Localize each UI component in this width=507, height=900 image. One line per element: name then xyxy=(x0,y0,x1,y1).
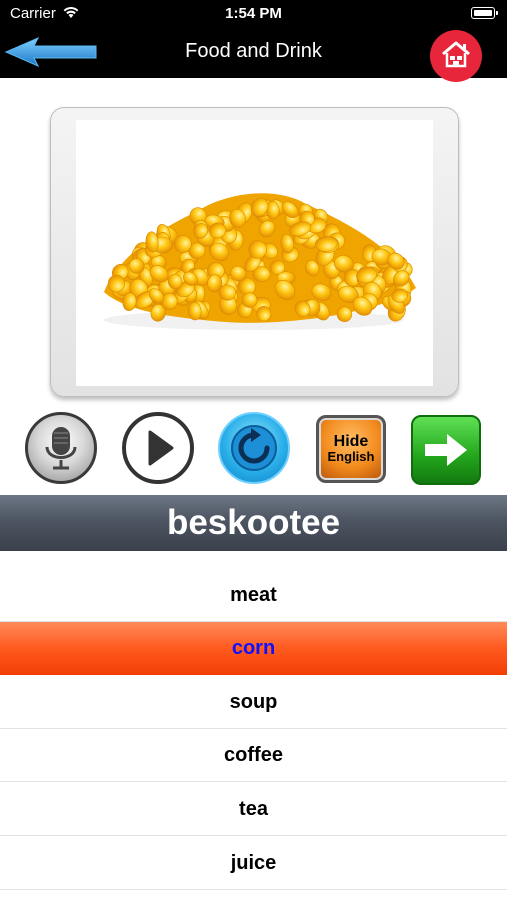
battery-icon xyxy=(471,7,498,19)
play-button[interactable] xyxy=(122,412,194,484)
hide-english-label-line2: English xyxy=(327,449,375,464)
list-item-coffee[interactable]: coffee xyxy=(0,729,507,782)
list-item-tea[interactable]: tea xyxy=(0,783,507,836)
microphone-icon xyxy=(28,427,94,485)
word-list: meat corn soup coffee tea juice xyxy=(0,551,507,900)
word-display: beskootee xyxy=(0,495,507,551)
image-card xyxy=(50,107,459,397)
hide-english-label-line1: Hide xyxy=(333,433,369,450)
list-item-juice[interactable]: juice xyxy=(0,837,507,890)
status-bar: Carrier 1:54 PM xyxy=(0,0,507,28)
nav-bar: Food and Drink xyxy=(0,28,507,82)
list-item-corn[interactable]: corn xyxy=(0,622,507,675)
next-arrow-icon xyxy=(413,434,479,487)
control-bar: Hide English xyxy=(0,412,507,488)
next-button[interactable] xyxy=(411,415,481,485)
play-icon xyxy=(126,430,190,484)
home-button[interactable] xyxy=(430,30,482,82)
replay-icon xyxy=(220,425,288,486)
hide-english-button[interactable]: Hide English xyxy=(316,415,386,483)
list-item-soup[interactable]: soup xyxy=(0,676,507,729)
home-icon xyxy=(441,40,471,73)
microphone-button[interactable] xyxy=(25,412,97,484)
replay-button[interactable] xyxy=(218,412,290,484)
corn-image xyxy=(76,120,433,386)
clock: 1:54 PM xyxy=(225,5,282,22)
list-item-meat[interactable]: meat xyxy=(0,569,507,622)
